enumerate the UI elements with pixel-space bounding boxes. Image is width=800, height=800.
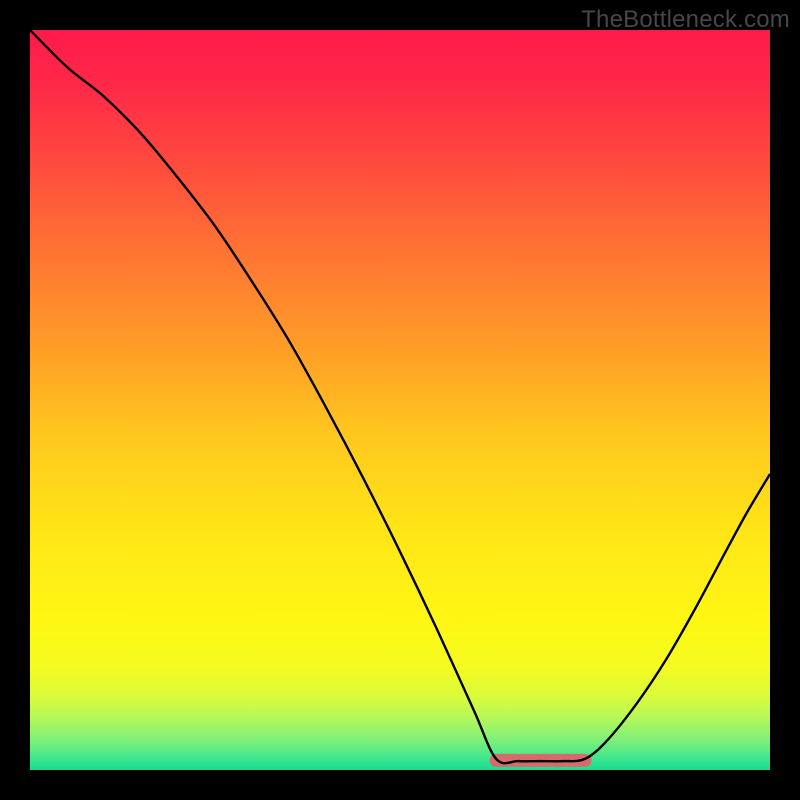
plot-area xyxy=(30,30,770,770)
bottleneck-curve xyxy=(30,30,770,763)
curve-layer xyxy=(30,30,770,770)
chart-frame: TheBottleneck.com xyxy=(0,0,800,800)
